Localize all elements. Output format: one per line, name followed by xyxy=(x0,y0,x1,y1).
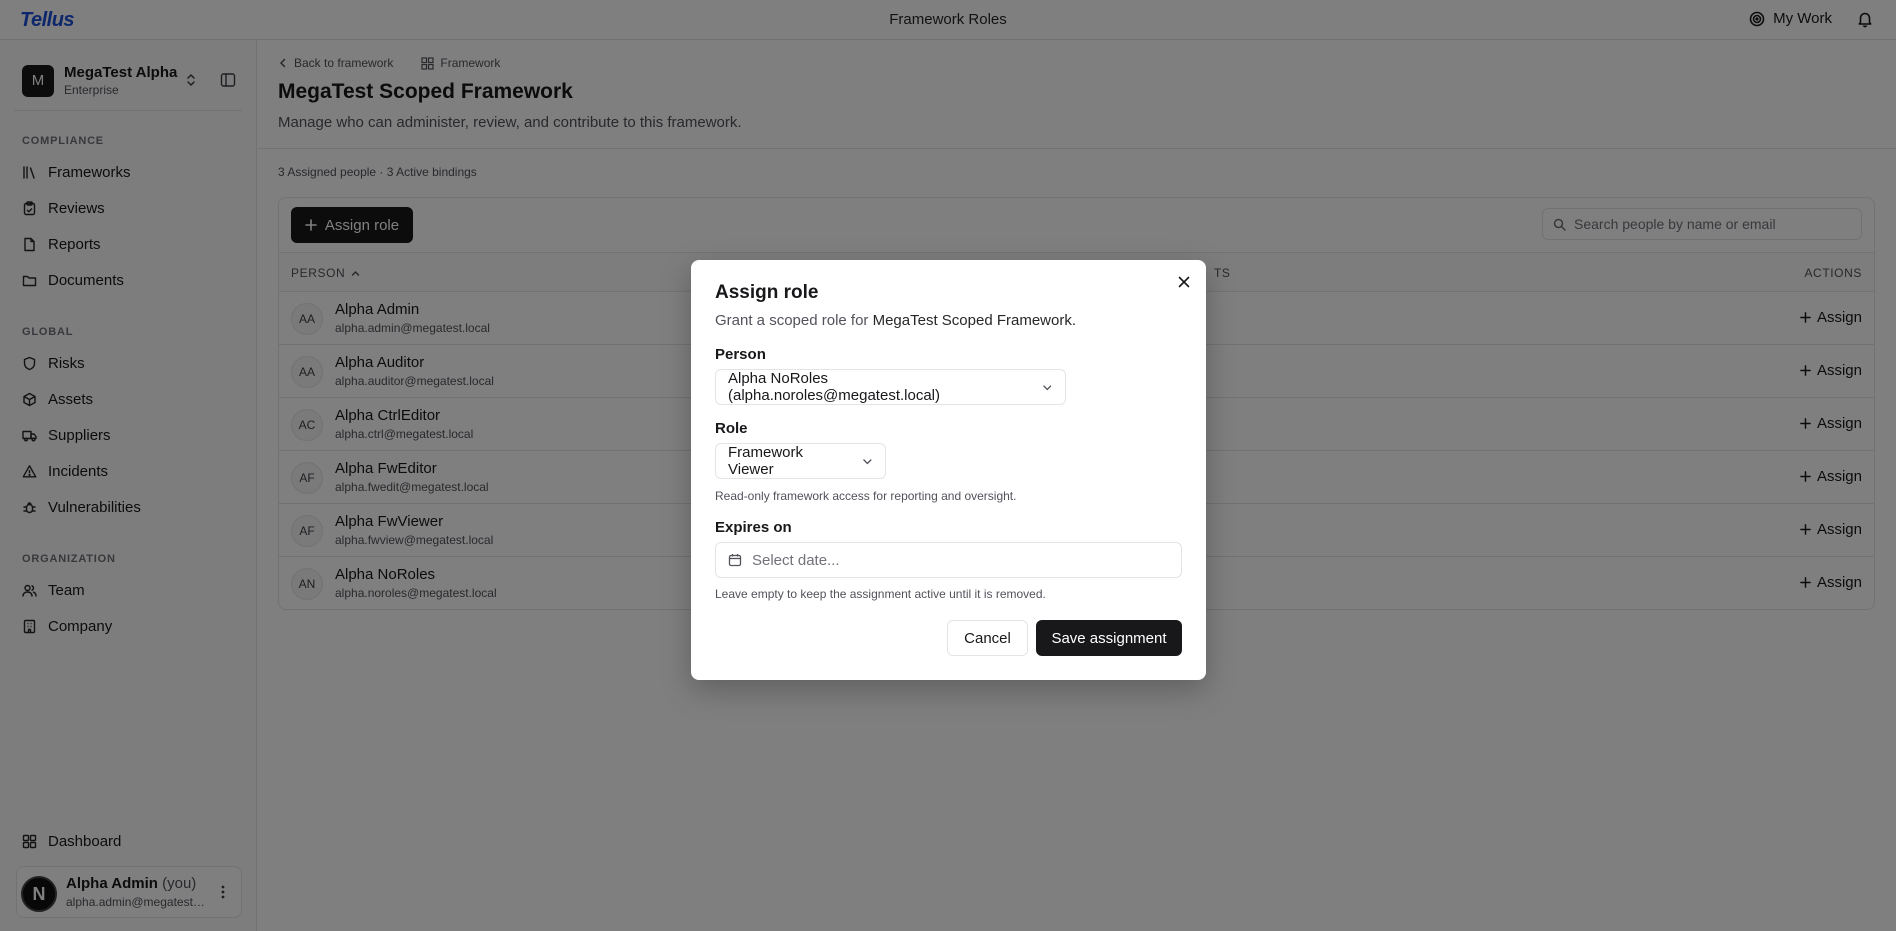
assign-role-dialog: Assign role Grant a scoped role for Mega… xyxy=(691,260,1206,680)
cancel-button[interactable]: Cancel xyxy=(947,620,1028,656)
role-select[interactable]: Framework Viewer xyxy=(715,443,886,479)
close-icon[interactable] xyxy=(1178,276,1190,288)
expires-date-input[interactable]: Select date... xyxy=(715,542,1182,578)
role-hint: Read-only framework access for reporting… xyxy=(715,489,1017,503)
dialog-subtitle-prefix: Grant a scoped role for xyxy=(715,312,869,329)
expires-placeholder: Select date... xyxy=(752,551,840,569)
calendar-icon xyxy=(728,554,742,567)
role-field-label: Role xyxy=(715,420,748,437)
chevron-down-icon xyxy=(1043,384,1052,390)
person-field-label: Person xyxy=(715,346,766,363)
chevron-down-icon xyxy=(863,458,872,464)
save-assignment-button[interactable]: Save assignment xyxy=(1036,620,1182,656)
dialog-title: Assign role xyxy=(715,282,819,303)
expires-hint: Leave empty to keep the assignment activ… xyxy=(715,587,1046,601)
role-select-value: Framework Viewer xyxy=(728,444,804,478)
dialog-subtitle: Grant a scoped role for MegaTest Scoped … xyxy=(715,312,1076,329)
person-select[interactable]: Alpha NoRoles (alpha.noroles@megatest.lo… xyxy=(715,369,1066,405)
dialog-subtitle-framework: MegaTest Scoped Framework. xyxy=(872,312,1077,329)
expires-field-label: Expires on xyxy=(715,519,792,536)
person-select-value: Alpha NoRoles (alpha.noroles@megatest.lo… xyxy=(728,370,940,404)
